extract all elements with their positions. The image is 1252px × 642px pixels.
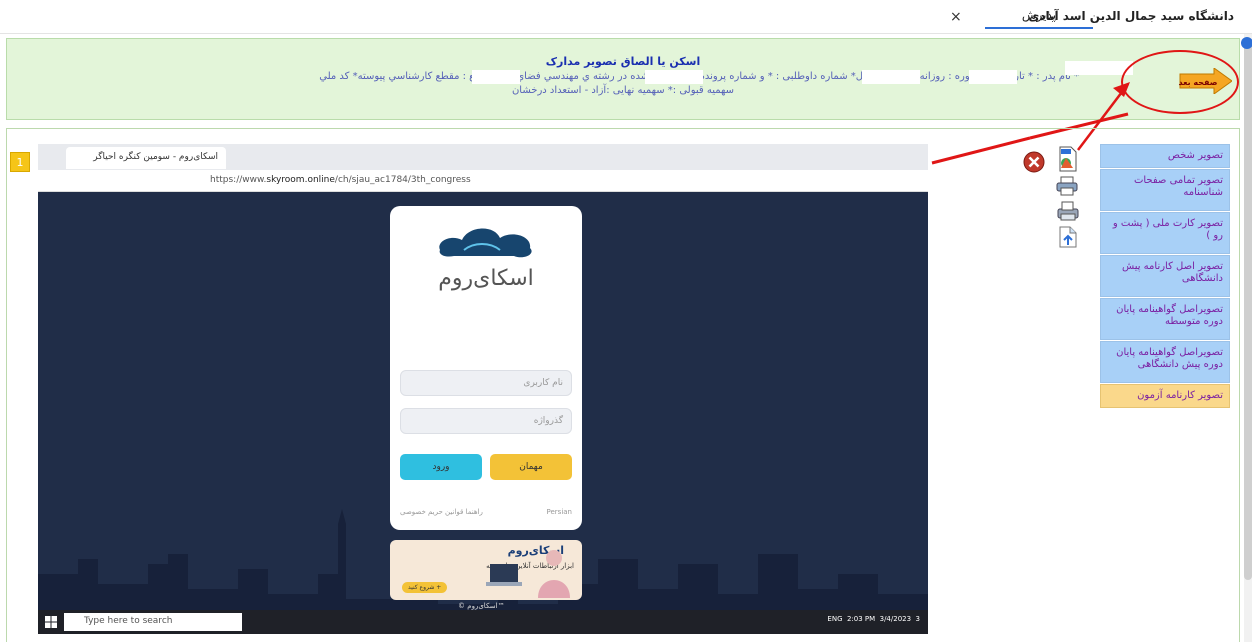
print-icon[interactable]: [1056, 176, 1078, 196]
guest-button: مهمان: [490, 454, 572, 480]
redacted-applicant-box: [645, 70, 703, 84]
sidebar-item-highschool-diploma[interactable]: تصویراصل گواهینامه پایان دوره متوسطه: [1100, 298, 1230, 340]
delete-icon[interactable]: [1022, 150, 1046, 174]
scroll-thumb[interactable]: [1244, 40, 1252, 580]
windows-start-icon: [45, 616, 57, 628]
scan-tiff-icon[interactable]: [1056, 146, 1080, 172]
annotation-circle: [1121, 50, 1239, 114]
browser-tab-strip: اسکای‌روم - سومین کنگره احیاگر: [38, 144, 928, 170]
person-figure-icon: [538, 550, 570, 598]
close-tab-button[interactable]: ×: [950, 9, 962, 25]
sidebar-item-preuniversity-diploma[interactable]: تصویراصل گواهینامه پایان دوره پیش دانشگا…: [1100, 341, 1230, 383]
taskbar-search: Type here to search: [64, 613, 242, 631]
browser-tab: اسکای‌روم - سومین کنگره احیاگر: [66, 147, 226, 169]
document-sidebar: تصویر شخص تصویر تمامی صفحات شناسنامه تصو…: [1100, 144, 1230, 409]
skyroom-login-card: اسکای‌روم نام کاربری گذرواژه مهمان ورود …: [390, 206, 582, 530]
username-field: نام کاربری: [400, 370, 572, 396]
header-panel: اسکن یا الصاق تصویر مدارک * نام پدر : * …: [6, 38, 1240, 120]
copyright-text: © اسکای‌روم™: [458, 602, 505, 610]
password-field: گذرواژه: [400, 408, 572, 434]
redacted-birth-box: [862, 70, 920, 84]
scanner-icon[interactable]: [1056, 200, 1080, 222]
top-bar: دانشگاه سید جمال الدین اسد آبادی پذیرش ×: [0, 0, 1252, 34]
scroll-top-button[interactable]: [1241, 37, 1252, 49]
laptop-icon: [486, 564, 522, 586]
page-title: اسکن یا الصاق تصویر مدارک: [545, 55, 701, 68]
student-info-line-2: سهمیه قبولی :* سهمیه نهایی :آزاد - استعد…: [511, 85, 735, 96]
windows-taskbar: Type here to search ENG 2:03 PM 3/4/2023…: [38, 610, 928, 634]
sidebar-item-birth-certificate[interactable]: تصویر تمامی صفحات شناسنامه: [1100, 169, 1230, 211]
skyroom-logo-text: اسکای‌روم: [438, 266, 534, 291]
banner-cta: شروع کنید +: [402, 582, 448, 593]
taskbar-tray: ENG 2:03 PM 3/4/2023 3: [827, 615, 920, 623]
image-actions: [1020, 146, 1090, 256]
redacted-father-box: [969, 70, 1017, 84]
sidebar-item-photo[interactable]: تصویر شخص: [1100, 144, 1230, 168]
skyroom-banner: اسکای‌روم ابزار ارتباطات آنلاین برای همه…: [390, 540, 582, 600]
cloud-logo-icon: [439, 228, 532, 258]
image-index-badge: 1: [10, 152, 30, 172]
sidebar-item-national-id[interactable]: تصویر کارت ملی ( پشت و رو ): [1100, 212, 1230, 254]
upload-file-icon[interactable]: [1058, 226, 1078, 248]
browser-address-bar: https://www.skyroom.online/ch/sjau_ac178…: [38, 170, 928, 192]
sidebar-item-exam-report[interactable]: تصویر کارنامه آزمون: [1100, 384, 1230, 408]
redacted-file-box: [472, 70, 520, 84]
uploaded-document-image: اسکای‌روم - سومین کنگره احیاگر https://w…: [38, 144, 928, 634]
browser-url: https://www.skyroom.online/ch/sjau_ac178…: [210, 175, 471, 185]
login-button: ورود: [400, 454, 482, 480]
sidebar-item-preuniversity-transcript[interactable]: تصویر اصل کارنامه پیش دانشگاهی: [1100, 255, 1230, 297]
tab-admission[interactable]: پذیرش: [985, 8, 1093, 29]
